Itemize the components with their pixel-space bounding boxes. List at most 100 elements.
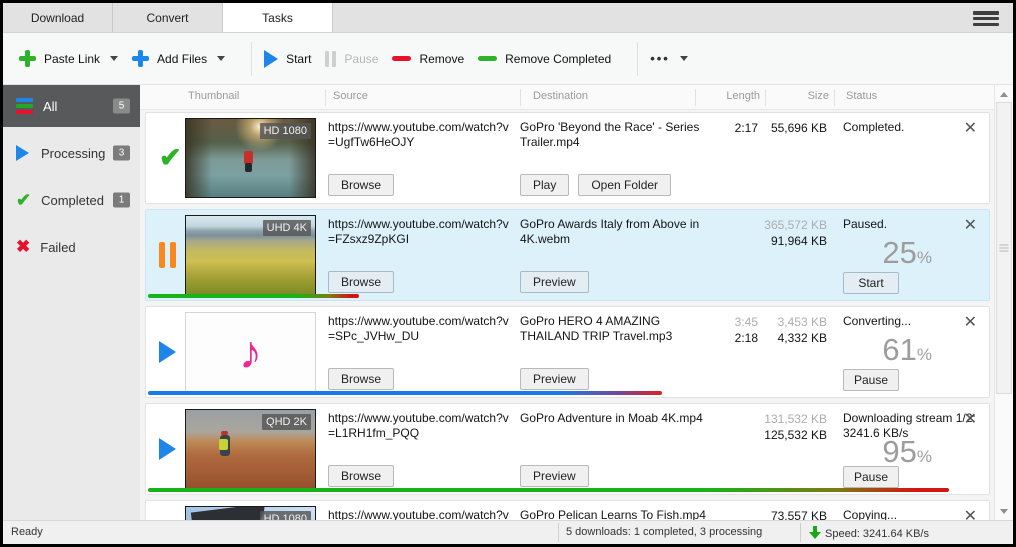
preview-button[interactable]: Preview xyxy=(520,465,589,487)
tab-download[interactable]: Download xyxy=(3,3,113,32)
pause-button[interactable]: Pause xyxy=(325,51,378,67)
paste-link-label: Paste Link xyxy=(44,52,100,66)
start-label: Start xyxy=(286,52,311,66)
sidebar-item-completed[interactable]: ✔ Completed 1 xyxy=(3,179,140,221)
plus-icon xyxy=(132,50,149,67)
status-downloads-summary: 5 downloads: 1 completed, 3 processing xyxy=(566,526,762,538)
count-badge: 3 xyxy=(113,146,130,161)
pelican-wing xyxy=(191,506,267,520)
more-dots-icon: ••• xyxy=(650,51,670,66)
download-speed-icon xyxy=(809,526,821,539)
close-icon[interactable]: ✕ xyxy=(964,506,977,520)
remove-completed-button[interactable]: Remove Completed xyxy=(478,52,611,66)
chevron-down-icon[interactable] xyxy=(110,56,118,61)
tab-tasks[interactable]: Tasks xyxy=(223,3,333,32)
open-folder-button[interactable]: Open Folder xyxy=(578,174,671,196)
size-value: 3,453 KB4,332 KB xyxy=(760,314,827,346)
play-icon xyxy=(159,438,176,460)
task-row-completed[interactable]: ✔ HD 1080 https://www.youtube.com/watch?… xyxy=(145,112,990,204)
table-header: Thumbnail Source Destination Length Size… xyxy=(140,85,1013,110)
pause-label: Pause xyxy=(344,52,378,66)
more-button[interactable]: ••• xyxy=(650,51,688,66)
pause-button[interactable]: Pause xyxy=(843,369,899,391)
arrow-up-icon xyxy=(1000,92,1008,97)
grip-icon xyxy=(1000,245,1009,252)
source-url: https://www.youtube.com/watch?v=zyI9mrQW… xyxy=(328,508,512,520)
progress-percent: 25% xyxy=(882,235,932,271)
size-value: 131,532 KB125,532 KB xyxy=(760,411,827,443)
tab-bar: Download Convert Tasks xyxy=(3,3,1013,33)
source-url: https://www.youtube.com/watch?v=L1RH1fm_… xyxy=(328,411,512,441)
remove-button[interactable]: Remove xyxy=(392,52,464,66)
close-icon[interactable]: ✕ xyxy=(964,312,977,332)
size-value: 365,572 KB91,964 KB xyxy=(760,217,827,249)
video-thumbnail: QHD 2K xyxy=(185,409,316,489)
scroll-down-button[interactable] xyxy=(995,503,1013,519)
preview-button[interactable]: Preview xyxy=(520,368,589,390)
col-header-status[interactable]: Status xyxy=(846,90,877,102)
resolution-badge: QHD 2K xyxy=(262,414,311,430)
play-button[interactable]: Play xyxy=(520,174,569,196)
browse-button[interactable]: Browse xyxy=(328,271,394,293)
sidebar-item-failed[interactable]: ✖ Failed xyxy=(3,226,140,268)
scroll-up-button[interactable] xyxy=(995,86,1013,102)
col-header-destination[interactable]: Destination xyxy=(533,90,588,102)
x-icon: ✖ xyxy=(16,237,30,257)
source-url: https://www.youtube.com/watch?v=FZsxz9Zp… xyxy=(328,217,512,247)
close-icon[interactable]: ✕ xyxy=(964,215,977,235)
col-header-source[interactable]: Source xyxy=(333,90,368,102)
start-button[interactable]: Start xyxy=(843,272,899,294)
sidebar-item-all[interactable]: All 5 xyxy=(3,85,140,127)
progress-percent: 95% xyxy=(882,434,932,470)
task-list: ✔ HD 1080 https://www.youtube.com/watch?… xyxy=(140,110,993,520)
status-bar: Ready 5 downloads: 1 completed, 3 proces… xyxy=(3,520,1013,544)
add-files-button[interactable]: Add Files xyxy=(132,50,225,67)
add-files-label: Add Files xyxy=(157,52,207,66)
sidebar: All 5 Processing 3 ✔ Completed 1 ✖ Faile… xyxy=(3,85,140,520)
chevron-down-icon xyxy=(680,56,688,61)
col-header-length[interactable]: Length xyxy=(700,90,760,102)
size-value: 55,696 KB xyxy=(760,120,827,136)
pause-icon xyxy=(325,51,336,67)
video-thumbnail: HD 1080 xyxy=(185,118,316,198)
length-value: 2:17 xyxy=(694,120,758,136)
tab-convert[interactable]: Convert xyxy=(113,3,223,32)
sidebar-item-processing[interactable]: Processing 3 xyxy=(3,132,140,174)
app-window: Download Convert Tasks Paste Link Add Fi… xyxy=(0,0,1016,547)
task-row-converting[interactable]: ♪ https://www.youtube.com/watch?v=SPc_JV… xyxy=(145,306,990,398)
task-list-panel: Thumbnail Source Destination Length Size… xyxy=(140,85,1013,520)
preview-button[interactable]: Preview xyxy=(520,271,589,293)
count-badge: 1 xyxy=(113,193,130,208)
browse-button[interactable]: Browse xyxy=(328,174,394,196)
menu-icon[interactable] xyxy=(973,11,999,26)
chevron-down-icon[interactable] xyxy=(217,56,225,61)
resolution-badge: UHD 4K xyxy=(263,220,311,236)
col-header-size[interactable]: Size xyxy=(770,90,829,102)
col-header-thumbnail[interactable]: Thumbnail xyxy=(188,90,239,102)
close-icon[interactable]: ✕ xyxy=(964,118,977,138)
browse-button[interactable]: Browse xyxy=(328,368,394,390)
start-button[interactable]: Start xyxy=(264,50,311,68)
scrollbar-thumb[interactable] xyxy=(996,102,1012,394)
close-icon[interactable]: ✕ xyxy=(964,409,977,429)
video-thumbnail: HD 1080 xyxy=(185,506,316,520)
browse-button[interactable]: Browse xyxy=(328,465,394,487)
count-badge: 5 xyxy=(113,99,130,114)
progress-bar xyxy=(148,391,662,395)
video-thumbnail: UHD 4K xyxy=(185,215,316,295)
vertical-scrollbar[interactable] xyxy=(994,85,1013,520)
sidebar-item-label: Processing xyxy=(41,146,105,161)
toolbar-separator xyxy=(251,42,252,76)
toolbar: Paste Link Add Files Start Pause Remove … xyxy=(3,33,1013,85)
paste-link-button[interactable]: Paste Link xyxy=(19,50,118,67)
task-row-copying[interactable]: HD 1080 https://www.youtube.com/watch?v=… xyxy=(145,500,990,520)
destination-file: GoPro Awards Italy from Above in 4K.webm xyxy=(520,217,712,247)
task-row-paused[interactable]: UHD 4K https://www.youtube.com/watch?v=F… xyxy=(145,209,990,301)
remove-completed-label: Remove Completed xyxy=(505,52,611,66)
task-row-downloading[interactable]: QHD 2K https://www.youtube.com/watch?v=L… xyxy=(145,403,990,495)
pause-icon xyxy=(159,242,176,268)
arrow-down-icon xyxy=(1000,509,1008,514)
play-icon xyxy=(159,341,176,363)
pause-button[interactable]: Pause xyxy=(843,466,899,488)
toolbar-separator xyxy=(637,42,638,76)
